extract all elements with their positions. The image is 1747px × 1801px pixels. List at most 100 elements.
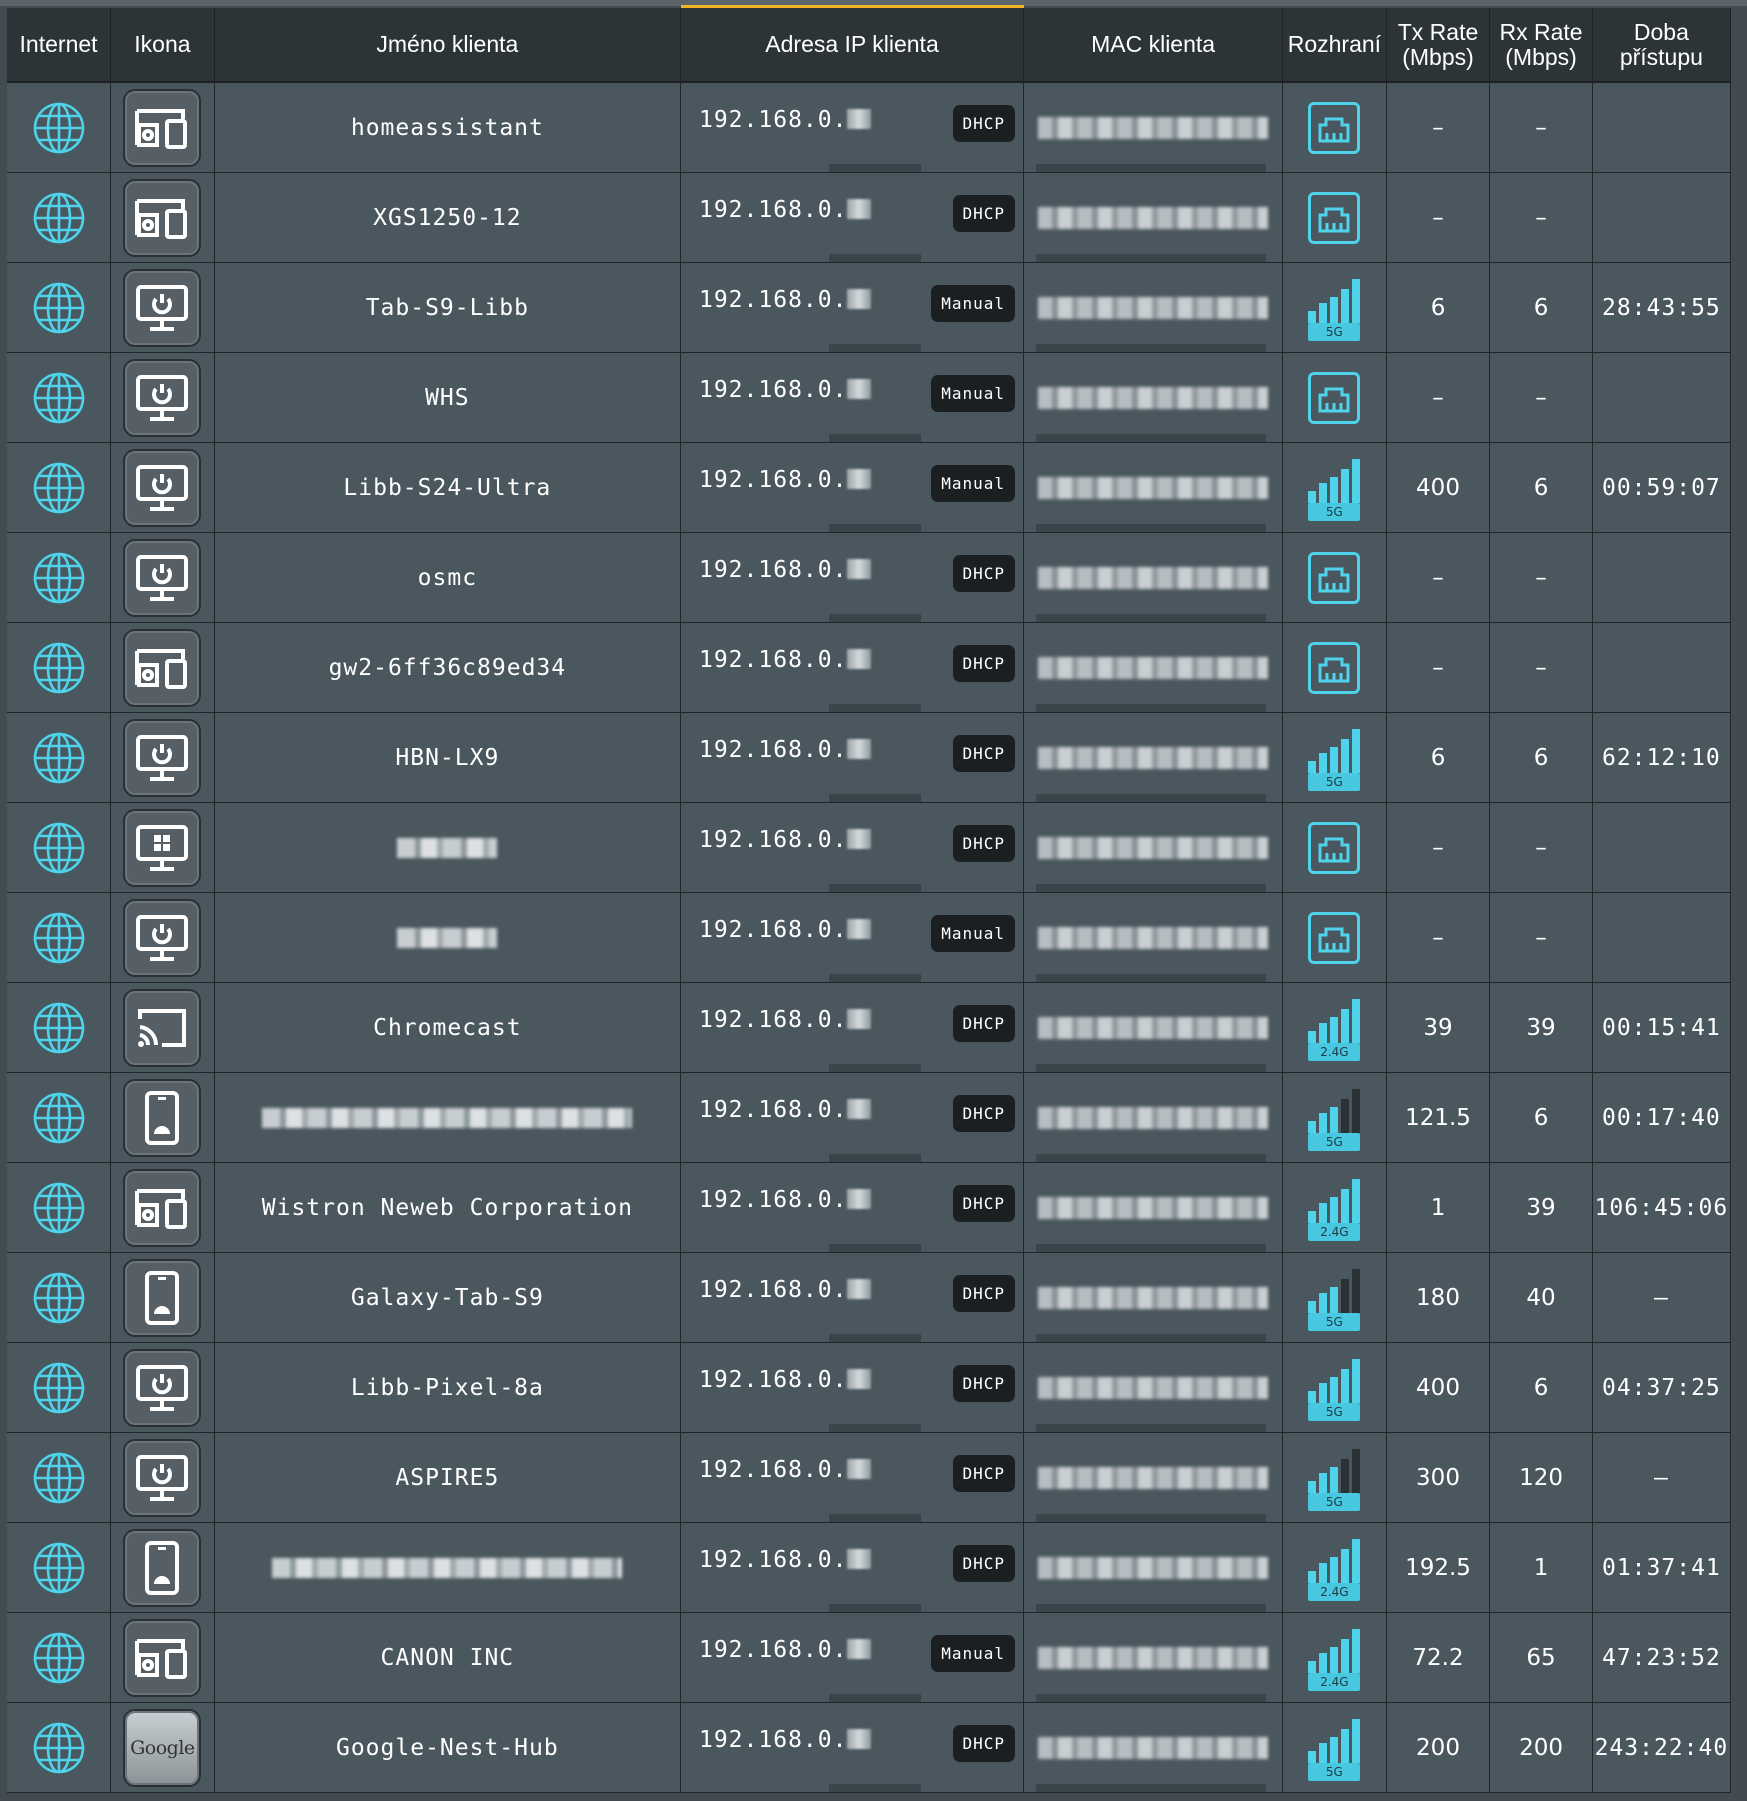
android-phone-icon[interactable]: [123, 1078, 202, 1157]
col-client-ip[interactable]: Adresa IP klienta: [680, 8, 1025, 83]
globe-icon[interactable]: [7, 730, 110, 786]
table-row[interactable]: Tab-S9-Libb 192.168.0. Manual 5G 6 6 28:43:…: [7, 262, 1732, 353]
wifi-signal-icon[interactable]: 5G: [1306, 1355, 1362, 1421]
device-icon-cell[interactable]: [110, 1522, 215, 1613]
device-icon-cell[interactable]: [110, 892, 215, 983]
interface-cell[interactable]: 2.4G: [1282, 1522, 1387, 1613]
iot-device-icon[interactable]: [123, 1168, 202, 1247]
col-interface[interactable]: Rozhraní: [1282, 8, 1387, 83]
globe-icon[interactable]: [7, 460, 110, 516]
ethernet-icon[interactable]: [1308, 821, 1361, 874]
device-icon-cell[interactable]: [110, 982, 215, 1073]
interface-cell[interactable]: 2.4G: [1282, 1612, 1387, 1703]
interface-cell[interactable]: 5G: [1282, 1432, 1387, 1523]
device-icon-cell[interactable]: [110, 82, 215, 173]
device-icon-cell[interactable]: [110, 1342, 215, 1433]
internet-cell[interactable]: [7, 892, 112, 983]
table-row[interactable]: Chromecast 192.168.0. DHCP 2.4G 39 39 00:15…: [7, 982, 1732, 1073]
internet-cell[interactable]: [7, 1612, 112, 1703]
interface-cell[interactable]: [1282, 82, 1387, 173]
globe-icon[interactable]: [7, 1450, 110, 1506]
col-rx-rate[interactable]: Rx Rate (Mbps): [1489, 8, 1593, 83]
client-name[interactable]: HBN-LX9: [214, 712, 681, 803]
client-name[interactable]: Libb-S24-Ultra: [214, 442, 681, 533]
internet-cell[interactable]: [7, 1432, 112, 1523]
table-row[interactable]: ASPIRE5 192.168.0. DHCP 5G 300 120–: [7, 1432, 1732, 1523]
interface-cell[interactable]: [1282, 532, 1387, 623]
internet-cell[interactable]: [7, 712, 112, 803]
table-row[interactable]: Wistron Neweb Corporation 192.168.0. DHC…: [7, 1162, 1732, 1253]
interface-cell[interactable]: 5G: [1282, 1342, 1387, 1433]
ethernet-icon[interactable]: [1308, 191, 1361, 244]
interface-cell[interactable]: [1282, 802, 1387, 893]
client-name[interactable]: Galaxy-Tab-S9: [214, 1252, 681, 1343]
table-row[interactable]: osmc 192.168.0. DHCP – –: [7, 532, 1732, 623]
client-name[interactable]: XGS1250-12: [214, 172, 681, 263]
iot-device-icon[interactable]: [123, 88, 202, 167]
interface-cell[interactable]: [1282, 622, 1387, 713]
globe-icon[interactable]: [7, 1090, 110, 1146]
android-phone-icon[interactable]: [123, 1528, 202, 1607]
internet-cell[interactable]: [7, 82, 112, 173]
globe-icon[interactable]: [7, 640, 110, 696]
wifi-signal-icon[interactable]: 5G: [1306, 275, 1362, 341]
client-name[interactable]: [214, 1522, 681, 1613]
internet-cell[interactable]: [7, 982, 112, 1073]
interface-cell[interactable]: 5G: [1282, 1072, 1387, 1163]
ethernet-icon[interactable]: [1308, 641, 1361, 694]
col-tx-rate[interactable]: Tx Rate (Mbps): [1386, 8, 1491, 83]
table-row[interactable]: WHS 192.168.0. Manual – –: [7, 352, 1732, 443]
globe-icon[interactable]: [7, 100, 110, 156]
device-icon-cell[interactable]: [110, 442, 215, 533]
device-icon-cell[interactable]: [110, 172, 215, 263]
computer-icon[interactable]: [123, 538, 202, 617]
client-name[interactable]: [214, 1072, 681, 1163]
google-logo-icon[interactable]: Google: [123, 1708, 202, 1787]
globe-icon[interactable]: [7, 910, 110, 966]
table-row[interactable]: CANON INC 192.168.0. Manual 2.4G 72.2 65 47…: [7, 1612, 1732, 1703]
device-icon-cell[interactable]: [110, 802, 215, 893]
internet-cell[interactable]: [7, 1072, 112, 1163]
device-icon-cell[interactable]: [110, 532, 215, 623]
globe-icon[interactable]: [7, 190, 110, 246]
client-name[interactable]: Libb-Pixel-8a: [214, 1342, 681, 1433]
table-row[interactable]: 192.168.0. DHCP – –: [7, 802, 1732, 893]
cast-icon[interactable]: [123, 988, 202, 1067]
interface-cell[interactable]: 2.4G: [1282, 1162, 1387, 1253]
table-row[interactable]: Google Google-Nest-Hub 192.168.0. DHCP 5G…: [7, 1702, 1732, 1793]
wifi-signal-icon[interactable]: 2.4G: [1306, 995, 1362, 1061]
interface-cell[interactable]: 5G: [1282, 1702, 1387, 1793]
device-icon-cell[interactable]: [110, 1162, 215, 1253]
wifi-signal-icon[interactable]: 2.4G: [1306, 1535, 1362, 1601]
table-row[interactable]: 192.168.0. Manual – –: [7, 892, 1732, 983]
client-name[interactable]: Wistron Neweb Corporation: [214, 1162, 681, 1253]
interface-cell[interactable]: 5G: [1282, 712, 1387, 803]
client-name[interactable]: homeassistant: [214, 82, 681, 173]
device-icon-cell[interactable]: [110, 1432, 215, 1523]
ethernet-icon[interactable]: [1308, 371, 1361, 424]
wifi-signal-icon[interactable]: 2.4G: [1306, 1625, 1362, 1691]
wifi-signal-icon[interactable]: 5G: [1306, 1715, 1362, 1781]
globe-icon[interactable]: [7, 1180, 110, 1236]
ethernet-icon[interactable]: [1308, 101, 1361, 154]
client-name[interactable]: Google-Nest-Hub: [214, 1702, 681, 1793]
interface-cell[interactable]: 5G: [1282, 442, 1387, 533]
globe-icon[interactable]: [7, 550, 110, 606]
ethernet-icon[interactable]: [1308, 551, 1361, 604]
iot-device-icon[interactable]: [123, 178, 202, 257]
table-row[interactable]: Libb-S24-Ultra 192.168.0. Manual 5G 400 6 0…: [7, 442, 1732, 533]
internet-cell[interactable]: [7, 1342, 112, 1433]
globe-icon[interactable]: [7, 1720, 110, 1776]
col-client-mac[interactable]: MAC klienta: [1023, 8, 1284, 83]
wifi-signal-icon[interactable]: 5G: [1306, 1265, 1362, 1331]
table-row[interactable]: 192.168.0. DHCP 5G 121.5 6 00:17:40: [7, 1072, 1732, 1163]
device-icon-cell[interactable]: [110, 1072, 215, 1163]
client-name[interactable]: WHS: [214, 352, 681, 443]
client-name[interactable]: gw2-6ff36c89ed34: [214, 622, 681, 713]
table-row[interactable]: HBN-LX9 192.168.0. DHCP 5G 6 6 62:12:10: [7, 712, 1732, 803]
internet-cell[interactable]: [7, 352, 112, 443]
interface-cell[interactable]: [1282, 172, 1387, 263]
interface-cell[interactable]: 2.4G: [1282, 982, 1387, 1073]
table-row[interactable]: Galaxy-Tab-S9 192.168.0. DHCP 5G 180 40–: [7, 1252, 1732, 1343]
internet-cell[interactable]: [7, 172, 112, 263]
